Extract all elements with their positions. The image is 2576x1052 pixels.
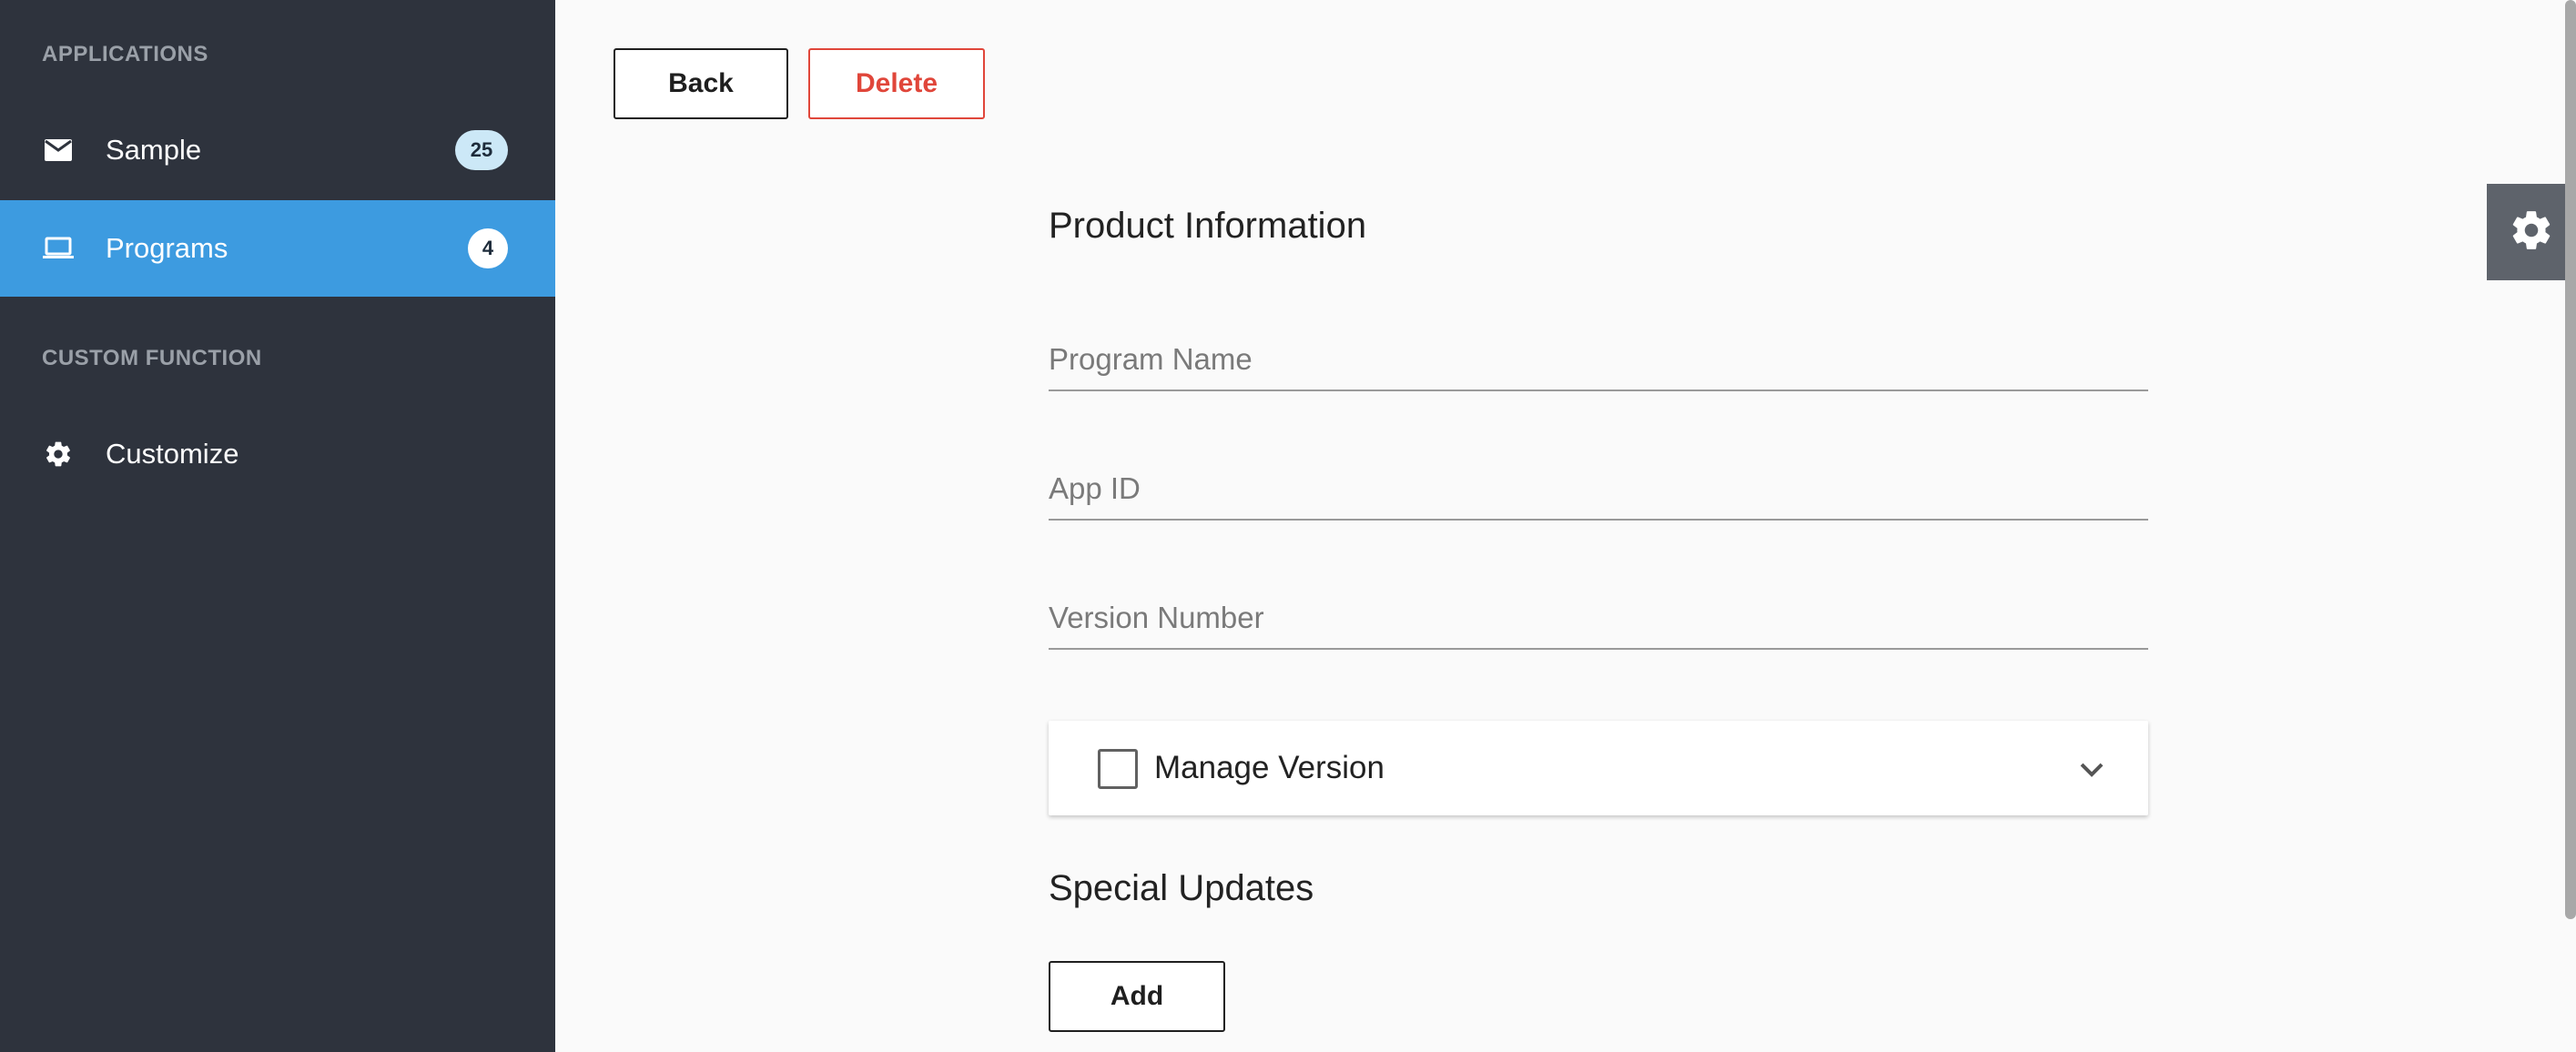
manage-version-panel[interactable]: Manage Version (1049, 721, 2148, 815)
sidebar-item-label: Sample (106, 134, 202, 166)
manage-version-checkbox[interactable] (1098, 749, 1138, 789)
program-name-field (1049, 319, 2148, 391)
app-id-input[interactable] (1049, 471, 2148, 506)
chevron-down-icon[interactable] (2077, 755, 2106, 784)
app-id-field (1049, 448, 2148, 521)
sidebar-item-programs[interactable]: Programs 4 (0, 200, 555, 297)
sidebar-item-customize[interactable]: Customize (0, 406, 555, 502)
scrollbar-thumb[interactable] (2565, 0, 2576, 919)
sidebar-item-label: Customize (106, 438, 239, 470)
mail-icon (42, 134, 75, 167)
app-root: APPLICATIONS Sample 25 Programs 4 CUSTOM (0, 0, 2576, 1052)
special-updates-title: Special Updates (1049, 868, 1314, 908)
add-button[interactable]: Add (1049, 961, 1225, 1032)
version-number-field (1049, 577, 2148, 650)
product-information-title: Product Information (1049, 206, 1367, 246)
sidebar-section-custom-function: CUSTOM FUNCTION (42, 346, 262, 370)
gear-icon (42, 438, 75, 470)
program-name-input[interactable] (1049, 342, 2148, 377)
sidebar: APPLICATIONS Sample 25 Programs 4 CUSTOM (0, 0, 555, 1052)
count-badge: 4 (468, 228, 508, 268)
count-badge: 25 (455, 130, 508, 170)
laptop-icon (42, 232, 75, 265)
manage-version-label: Manage Version (1154, 750, 1384, 785)
version-number-input[interactable] (1049, 601, 2148, 635)
delete-button[interactable]: Delete (808, 48, 985, 119)
sidebar-item-sample[interactable]: Sample 25 (0, 102, 555, 198)
gear-icon (2509, 207, 2554, 258)
sidebar-section-applications: APPLICATIONS (42, 42, 208, 66)
sidebar-item-label: Programs (106, 232, 228, 264)
main-content: Back Delete Product Information Manage V… (555, 0, 2576, 1052)
back-button[interactable]: Back (614, 48, 788, 119)
